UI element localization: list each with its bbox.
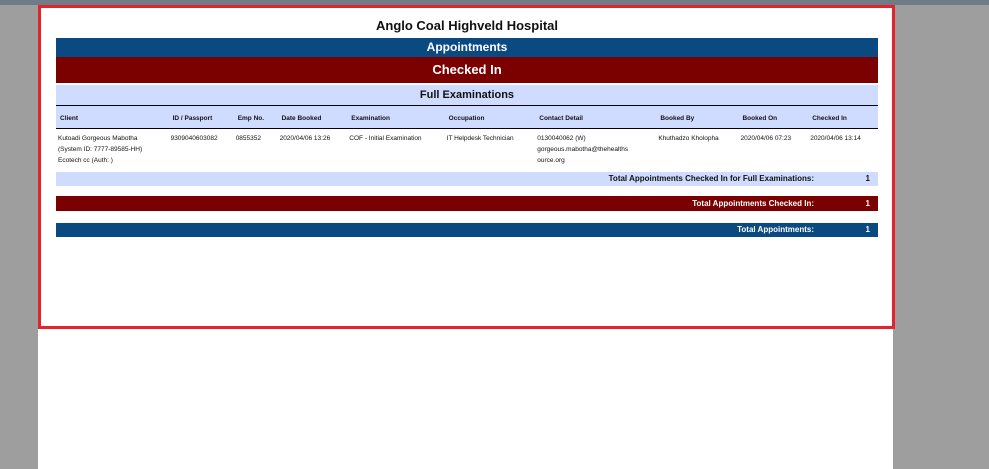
appointments-total-row: Total Appointments: 1 bbox=[56, 223, 878, 237]
category-total-row: Total Appointments Checked In for Full E… bbox=[56, 172, 878, 186]
client-name: Kutoadi Gorgeous Mabotha bbox=[58, 135, 138, 142]
col-booked-by: Booked By bbox=[656, 105, 739, 129]
cell-client: Kutoadi Gorgeous Mabotha (System ID: 777… bbox=[56, 129, 169, 167]
col-date-booked: Date Booked bbox=[277, 105, 348, 129]
col-contact-detail: Contact Detail bbox=[535, 105, 657, 129]
cell-booked-by: Khuthadzo Kholopha bbox=[658, 135, 719, 142]
section-header-appointments: Appointments bbox=[56, 38, 878, 57]
contact-email-part2: ource.org bbox=[537, 157, 565, 164]
category-header-full-examinations: Full Examinations bbox=[56, 85, 878, 105]
cell-date-booked: 2020/04/06 13:26 bbox=[279, 135, 331, 142]
col-client: Client bbox=[56, 105, 169, 129]
cell-occupation: IT Helpdesk Technician bbox=[446, 135, 514, 142]
hospital-title: Anglo Coal Highveld Hospital bbox=[375, 18, 558, 33]
col-checked-in: Checked In bbox=[808, 105, 878, 129]
cell-booked-on: 2020/04/06 07:23 bbox=[740, 135, 792, 142]
col-occupation: Occupation bbox=[444, 105, 536, 129]
cell-id-passport: 9309040603082 bbox=[170, 135, 218, 142]
checked-in-total-label: Total Appointments Checked In: bbox=[692, 199, 814, 208]
appointments-total-label: Total Appointments: bbox=[737, 225, 814, 234]
cell-checked-in: 2020/04/06 13:14 bbox=[810, 135, 861, 142]
table-row: Kutoadi Gorgeous Mabotha (System ID: 777… bbox=[56, 129, 878, 167]
col-booked-on: Booked On bbox=[738, 105, 809, 129]
table-header-row: Client ID / Passport Emp No. Date Booked… bbox=[56, 105, 878, 129]
contact-phone: 0130040062 (W) bbox=[537, 135, 586, 142]
status-header-checked-in: Checked In bbox=[56, 57, 878, 83]
col-emp-no: Emp No. bbox=[233, 105, 278, 129]
client-company: Ecotech cc (Auth: ) bbox=[58, 157, 113, 164]
col-examination: Examination bbox=[347, 105, 445, 129]
checked-in-total-row: Total Appointments Checked In: 1 bbox=[56, 196, 878, 211]
contact-email-part1: gorgeous.mabotha@thehealths bbox=[537, 146, 629, 153]
cell-emp-no: 0855352 bbox=[235, 135, 261, 142]
appointments-table: Client ID / Passport Emp No. Date Booked… bbox=[56, 105, 878, 166]
cell-contact-detail: 0130040062 (W) gorgeous.mabotha@thehealt… bbox=[535, 129, 656, 167]
cell-examination: COF - Initial Examination bbox=[349, 135, 422, 142]
checked-in-total-value: 1 bbox=[865, 199, 870, 208]
category-total-value: 1 bbox=[865, 174, 870, 183]
appointments-total-value: 1 bbox=[865, 225, 870, 234]
client-system-id: (System ID: 7777-89585-HH) bbox=[58, 146, 143, 153]
report-content: Anglo Coal Highveld Hospital Appointment… bbox=[56, 10, 878, 237]
category-total-label: Total Appointments Checked In for Full E… bbox=[608, 174, 814, 183]
col-id-passport: ID / Passport bbox=[168, 105, 234, 129]
